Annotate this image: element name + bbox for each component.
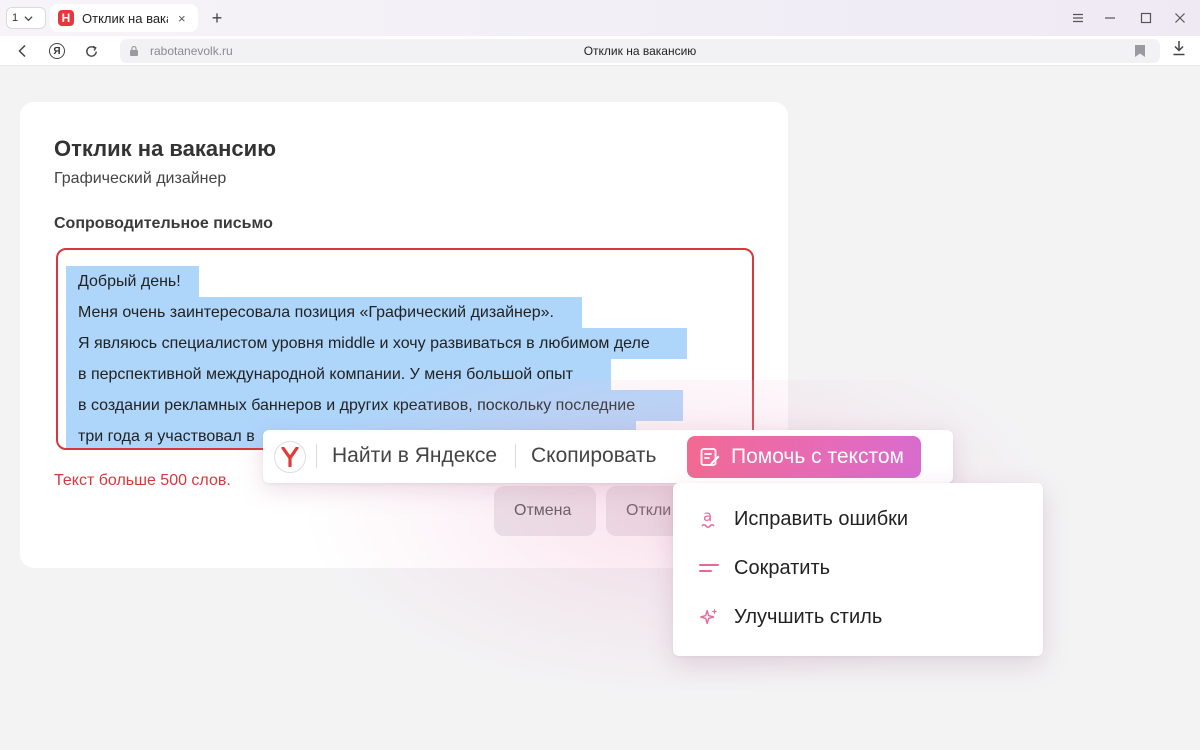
menu-item-fix-errors[interactable]: a Исправить ошибки <box>673 496 1043 542</box>
bookmark-icon[interactable] <box>1134 44 1146 58</box>
menu-item-shorten[interactable]: Сократить <box>673 545 1043 591</box>
browser-toolbar: Я rabotanevolk.ru Отклик на вакансию <box>0 36 1200 66</box>
back-icon[interactable] <box>12 40 34 62</box>
error-message: Текст больше 500 слов. <box>54 472 231 489</box>
shorten-icon <box>699 558 719 578</box>
edit-text-icon <box>700 448 720 466</box>
menu-item-label: Исправить ошибки <box>734 507 909 530</box>
tab-bar: 1 Н Отклик на вакансию × + <box>0 0 1200 36</box>
help-with-text-button[interactable]: Помочь с текстом <box>687 436 921 478</box>
letter-line: в создании рекламных баннеров и других к… <box>66 390 683 421</box>
close-window-icon[interactable] <box>1170 8 1190 28</box>
new-tab-button[interactable]: + <box>206 7 228 29</box>
cover-letter-label: Сопроводительное письмо <box>54 215 273 232</box>
letter-line: Меня очень заинтересовала позиция «Графи… <box>66 297 582 328</box>
svg-text:a: a <box>703 508 712 525</box>
letter-line: Я являюсь специалистом уровня middle и х… <box>66 328 687 359</box>
menu-icon[interactable] <box>1068 8 1088 28</box>
address-bar[interactable]: rabotanevolk.ru Отклик на вакансию <box>120 39 1160 63</box>
reload-icon[interactable] <box>80 40 102 62</box>
minimize-icon[interactable] <box>1100 8 1120 28</box>
browser-tab[interactable]: Н Отклик на вакансию × <box>50 4 198 32</box>
selection-context-toolbar: Найти в Яндексе Скопировать Помочь с тек… <box>263 430 953 483</box>
site-favicon: Н <box>58 10 74 26</box>
tab-counter-button[interactable]: 1 <box>6 7 46 29</box>
chevron-down-icon <box>24 15 33 21</box>
maximize-icon[interactable] <box>1136 8 1156 28</box>
letter-line: Добрый день! <box>66 266 199 297</box>
yandex-logo-icon[interactable] <box>274 441 306 473</box>
vacancy-subtitle: Графический дизайнер <box>54 170 227 187</box>
menu-item-label: Улучшить стиль <box>734 605 883 628</box>
help-with-text-label: Помочь с текстом <box>731 445 904 468</box>
menu-item-label: Сократить <box>734 556 831 579</box>
tab-title: Отклик на вакансию <box>82 10 168 26</box>
cancel-button[interactable]: Отмена <box>494 486 596 536</box>
search-yandex-button[interactable]: Найти в Яндексе <box>332 444 497 468</box>
yandex-icon: Я <box>49 43 65 59</box>
yandex-button[interactable]: Я <box>46 40 68 62</box>
text-help-menu: a Исправить ошибки Сократить Улучшить ст… <box>673 483 1043 656</box>
page-title: Отклик на вакансию <box>54 136 276 161</box>
spell-check-icon: a <box>699 508 719 529</box>
tab-close-icon[interactable]: × <box>178 11 186 26</box>
copy-button[interactable]: Скопировать <box>531 444 656 468</box>
address-page-title: Отклик на вакансию <box>583 44 697 58</box>
toolbar-divider <box>515 444 516 468</box>
menu-item-improve-style[interactable]: Улучшить стиль <box>673 594 1043 640</box>
toolbar-divider <box>316 444 317 468</box>
tab-count: 1 <box>12 12 19 24</box>
letter-line: в перспективной международной компании. … <box>66 359 611 390</box>
sparkles-icon <box>699 607 719 627</box>
cover-letter-textarea[interactable]: Добрый день! Меня очень заинтересовала п… <box>56 248 754 450</box>
download-icon[interactable] <box>1172 40 1186 61</box>
